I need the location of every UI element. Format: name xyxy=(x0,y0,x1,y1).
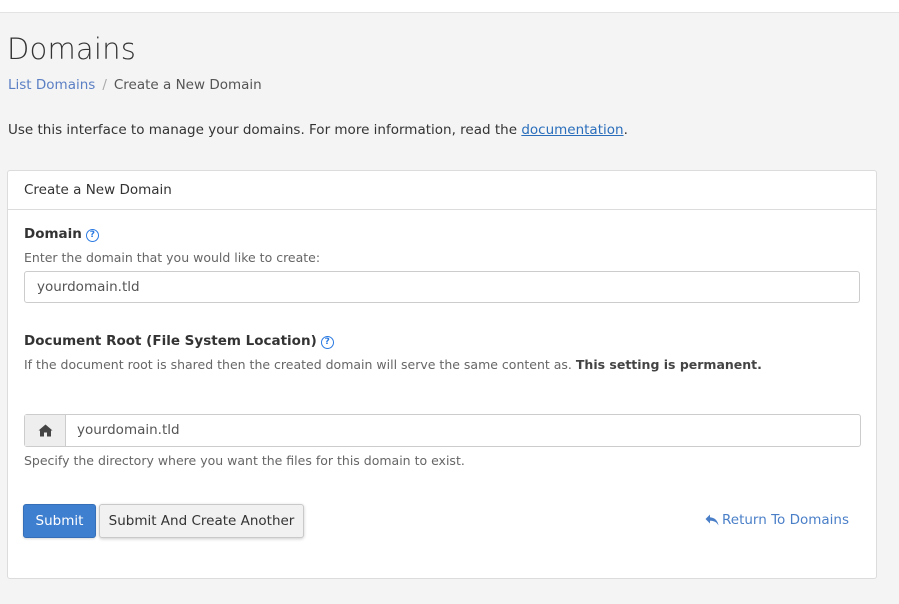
domain-label-text: Domain xyxy=(24,226,82,242)
question-circle-icon[interactable]: ? xyxy=(85,229,99,242)
domain-help-text: Enter the domain that you would like to … xyxy=(24,250,321,265)
document-root-label-text: Document Root (File System Location) xyxy=(24,333,317,349)
domain-input-value: yourdomain.tld xyxy=(37,279,140,295)
document-root-input-group[interactable]: yourdomain.tld xyxy=(24,414,861,447)
panel-heading: Create a New Domain xyxy=(8,171,876,210)
breadcrumb: List Domains / Create a New Domain xyxy=(8,77,262,93)
intro-text-before: Use this interface to manage your domain… xyxy=(8,122,522,138)
intro-text: Use this interface to manage your domain… xyxy=(8,122,628,138)
document-root-label: Document Root (File System Location)? xyxy=(24,333,334,349)
breadcrumb-separator: / xyxy=(102,77,107,93)
return-to-domains-label: Return To Domains xyxy=(722,512,850,528)
domain-input[interactable]: yourdomain.tld xyxy=(24,271,860,303)
return-to-domains-link[interactable]: Return To Domains xyxy=(705,512,849,528)
document-root-footer-help: Specify the directory where you want the… xyxy=(24,453,465,468)
home-icon xyxy=(25,415,66,446)
domain-label: Domain? xyxy=(24,226,99,242)
top-bar xyxy=(0,0,899,13)
document-root-help-text: If the document root is shared then the … xyxy=(24,357,762,372)
breadcrumb-current: Create a New Domain xyxy=(113,77,262,93)
breadcrumb-list-domains-link[interactable]: List Domains xyxy=(8,77,95,93)
document-root-help-strong: This setting is permanent. xyxy=(575,357,762,372)
documentation-link[interactable]: documentation xyxy=(521,122,623,138)
reply-arrow-icon xyxy=(705,514,719,526)
question-circle-icon[interactable]: ? xyxy=(320,336,334,349)
create-domain-panel: Create a New Domain Domain? Enter the do… xyxy=(7,170,877,579)
submit-and-create-another-button[interactable]: Submit And Create Another xyxy=(99,504,304,538)
submit-button[interactable]: Submit xyxy=(23,504,96,538)
page-title: Domains xyxy=(7,32,137,66)
document-root-input-value: yourdomain.tld xyxy=(77,422,180,438)
document-root-help-main: If the document root is shared then the … xyxy=(24,357,572,372)
intro-text-after: . xyxy=(623,122,628,138)
